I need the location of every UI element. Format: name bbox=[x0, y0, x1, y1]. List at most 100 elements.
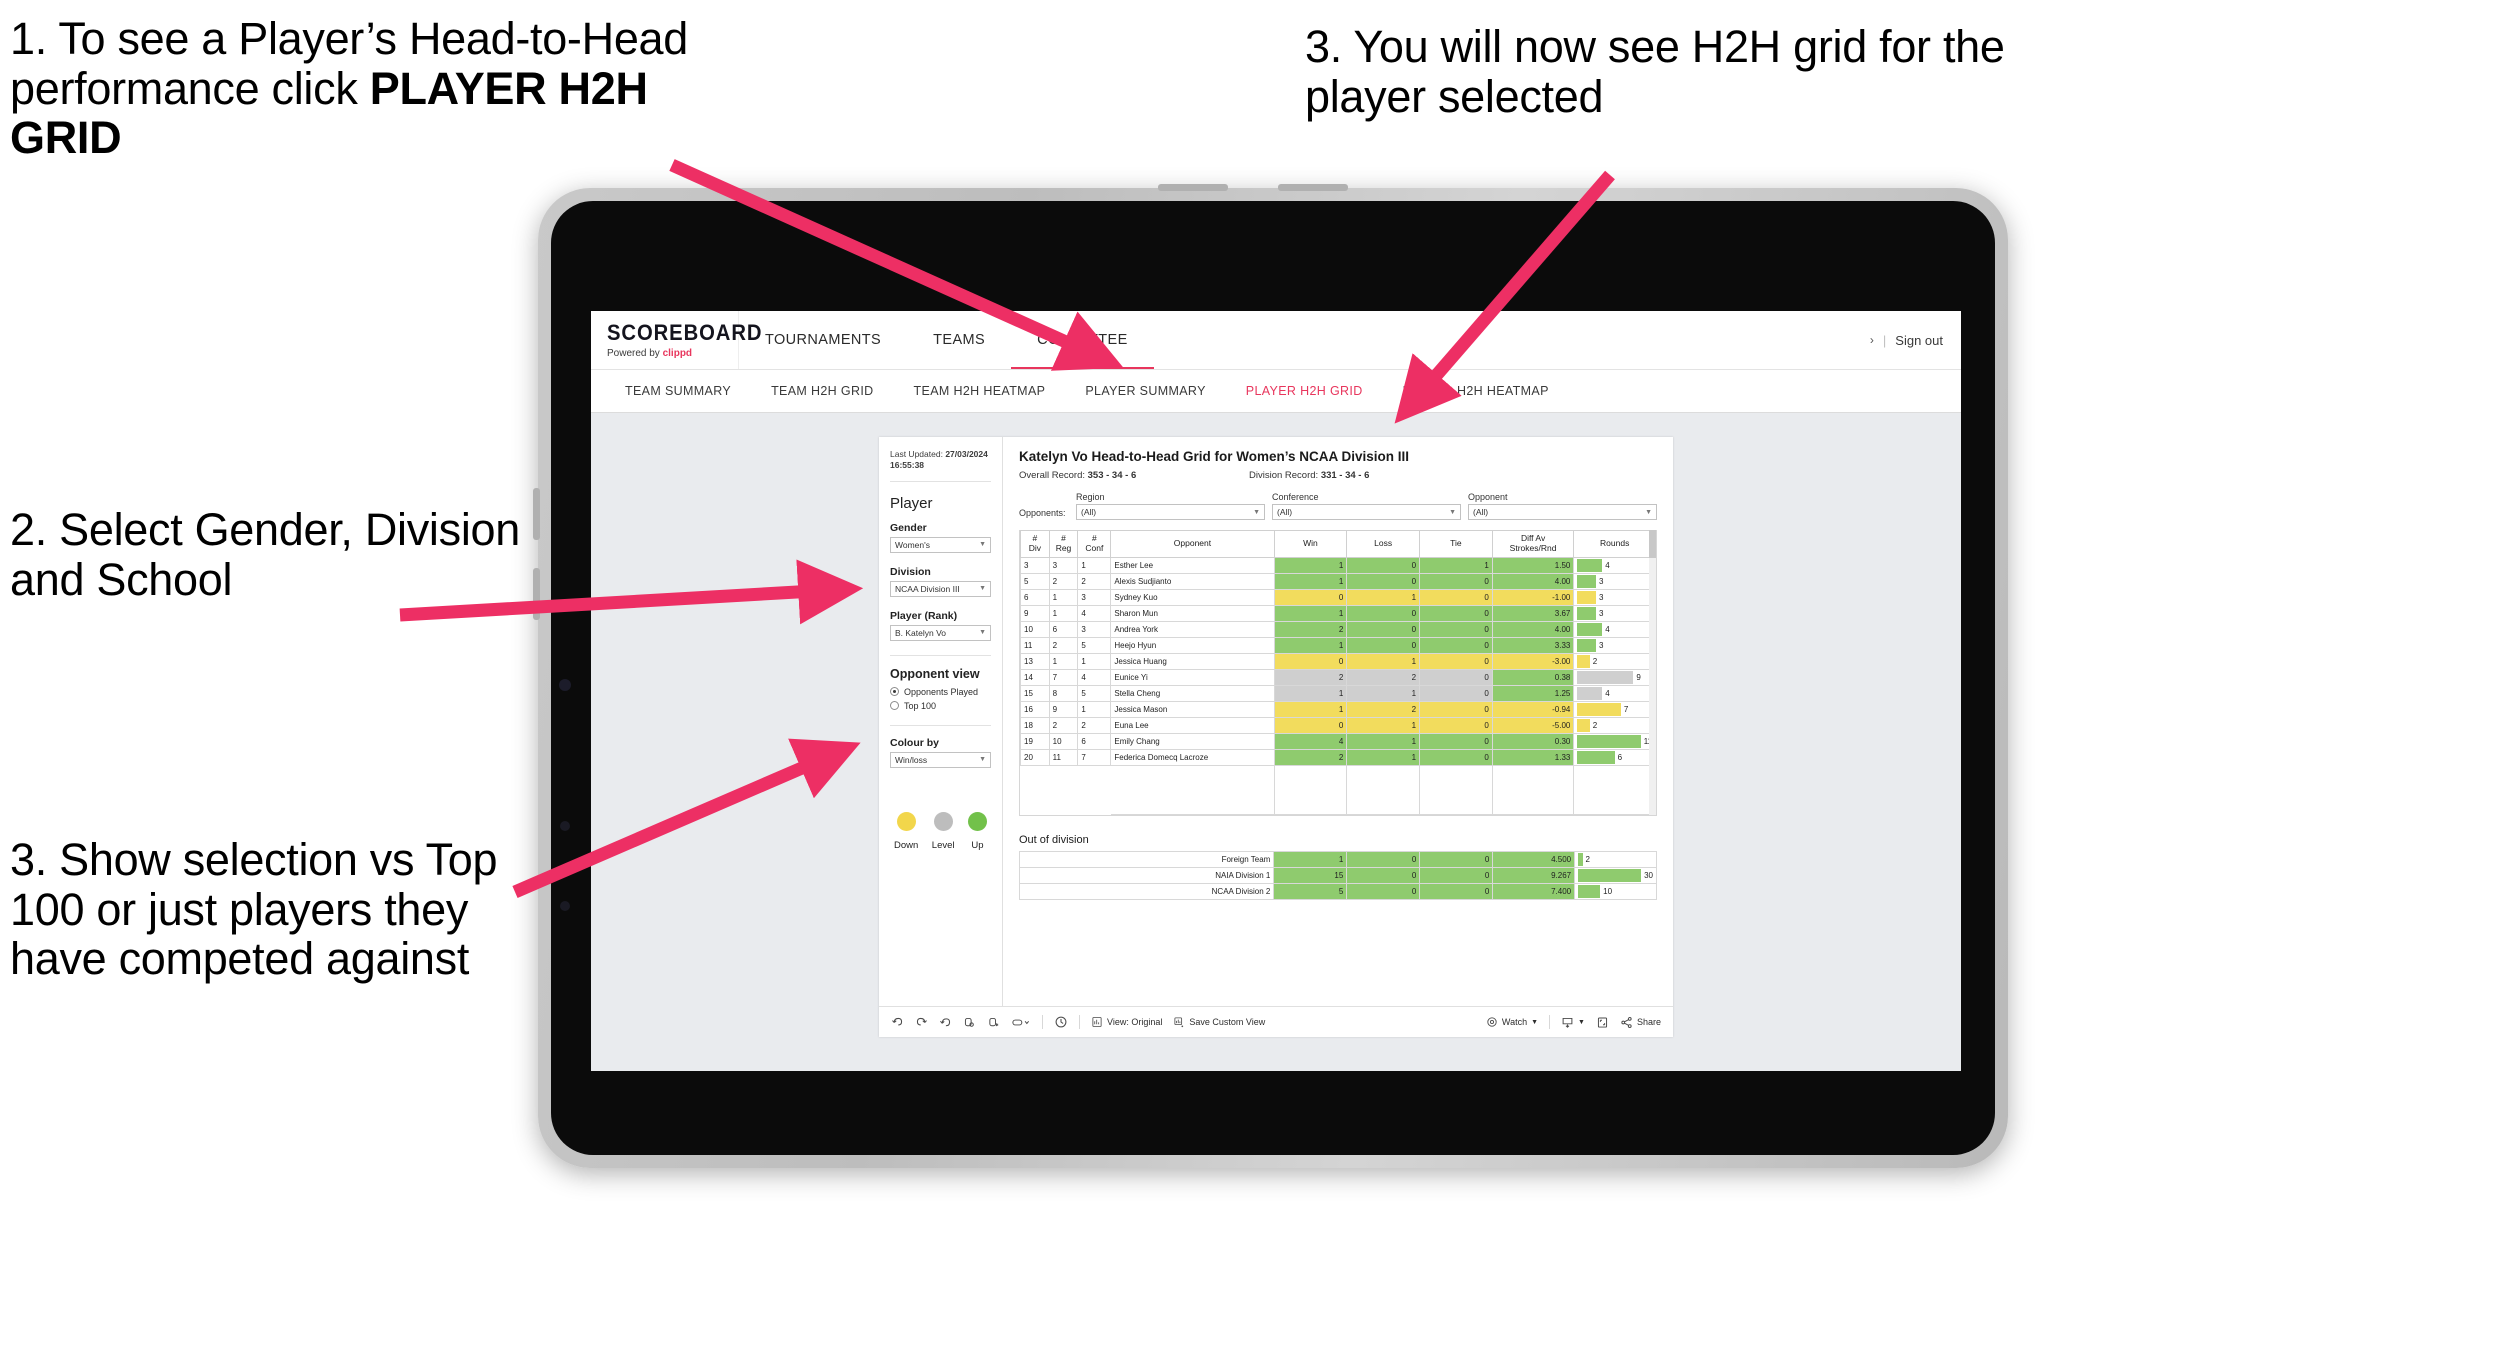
legend-label-level: Level bbox=[931, 839, 955, 851]
table-row[interactable]: 3 3 1 Esther Lee 1 0 1 1.50 4 bbox=[1020, 556, 1656, 574]
gender-value: Women's bbox=[895, 539, 931, 550]
division-record-label: Division Record: bbox=[1249, 470, 1319, 481]
out-of-division-row[interactable]: NAIA Division 1 15 0 0 9.267 30 bbox=[1018, 866, 1657, 884]
grid-cell-3: Emily Chang bbox=[1110, 732, 1275, 750]
out-of-division-row[interactable]: Foreign Team 1 0 0 4.500 2 bbox=[1018, 850, 1657, 868]
grid-cell-rounds: 2 bbox=[1573, 716, 1656, 734]
topnav-item-committee[interactable]: COMMITTEE bbox=[1011, 312, 1154, 369]
opponent-select[interactable]: (All) ▼ bbox=[1468, 504, 1657, 520]
toolbar-divider-2 bbox=[1079, 1015, 1080, 1029]
grid-cell-7: 0.38 bbox=[1491, 668, 1575, 686]
grid-cell-2: 1 bbox=[1077, 700, 1112, 718]
view-title: Katelyn Vo Head-to-Head Grid for Women’s… bbox=[1019, 449, 1410, 464]
out-of-division-body: Foreign Team 1 0 0 4.500 2 NAIA Division 1 15 0 0… bbox=[1018, 850, 1657, 900]
overall-record-value: 353 - 34 - 6 bbox=[1087, 470, 1137, 481]
grid-cell-4: 2 bbox=[1273, 620, 1348, 638]
table-row[interactable]: 6 1 3 Sydney Kuo 0 1 0 -1.00 3 bbox=[1020, 588, 1656, 606]
region-select[interactable]: (All) ▼ bbox=[1076, 504, 1265, 520]
grid-cell-rounds: 3 bbox=[1573, 636, 1656, 654]
table-row[interactable]: 13 1 1 Jessica Huang 0 1 0 -3.00 2 bbox=[1020, 652, 1656, 670]
chevron-right-icon[interactable]: › bbox=[1870, 333, 1874, 347]
table-row[interactable]: 14 7 4 Eunice Yi 2 2 0 0.38 9 bbox=[1020, 668, 1656, 686]
grid-cell-1: 6 bbox=[1048, 620, 1079, 638]
subnav-item-team-summary[interactable]: TEAM SUMMARY bbox=[605, 384, 751, 398]
history-icon[interactable] bbox=[1054, 1015, 1068, 1029]
subnav-item-player-h2h-heatmap[interactable]: PLAYER H2H HEATMAP bbox=[1383, 384, 1569, 398]
table-row[interactable]: 16 9 1 Jessica Mason 1 2 0 -0.94 7 bbox=[1020, 700, 1656, 718]
view-original-button[interactable]: View: Original bbox=[1091, 1016, 1162, 1028]
ood-cell-rounds: 10 bbox=[1574, 882, 1657, 900]
grid-cell-3: Esther Lee bbox=[1110, 556, 1275, 574]
grid-cell-7: 3.33 bbox=[1491, 636, 1575, 654]
tablet-power-button bbox=[1158, 184, 1228, 191]
app-logo[interactable]: SCOREBOARD Powered by clippd bbox=[591, 311, 761, 369]
grid-cell-4: 1 bbox=[1273, 572, 1348, 590]
table-row[interactable]: 15 8 5 Stella Cheng 1 1 0 1.25 4 bbox=[1020, 684, 1656, 702]
legend-label-up: Up bbox=[971, 839, 984, 851]
grid-cell-0: 10 bbox=[1020, 620, 1050, 638]
grid-cell-3: Sydney Kuo bbox=[1110, 588, 1275, 606]
refresh-icon[interactable] bbox=[963, 1016, 976, 1029]
sign-out-link[interactable]: Sign out bbox=[1895, 333, 1943, 348]
table-row[interactable]: 19 10 6 Emily Chang 4 1 0 0.30 11 bbox=[1020, 732, 1656, 750]
table-row[interactable]: 5 2 2 Alexis Sudjianto 1 0 0 4.00 3 bbox=[1020, 572, 1656, 590]
revert-icon[interactable] bbox=[939, 1016, 952, 1029]
radio-top-100[interactable]: Top 100 bbox=[890, 701, 991, 711]
topnav-item-teams[interactable]: TEAMS bbox=[907, 312, 1011, 369]
undo-icon[interactable] bbox=[891, 1016, 904, 1029]
grid-body: 3 3 1 Esther Lee 1 0 1 1.50 4 5 2 2 Alexis Sudjianto… bbox=[1020, 556, 1656, 815]
colour-by-select[interactable]: Win/loss ▼ bbox=[890, 751, 991, 768]
out-of-division-row[interactable]: NCAA Division 2 5 0 0 7.400 10 bbox=[1018, 882, 1657, 900]
table-row[interactable]: 18 2 2 Euna Lee 0 1 0 -5.00 2 bbox=[1020, 716, 1656, 734]
share-button[interactable]: Share bbox=[1620, 1016, 1661, 1029]
table-row[interactable]: 10 6 3 Andrea York 2 0 0 4.00 4 bbox=[1020, 620, 1656, 638]
grid-cell-3: Heejo Hyun bbox=[1110, 636, 1275, 654]
subnav-item-player-summary[interactable]: PLAYER SUMMARY bbox=[1065, 384, 1225, 398]
grid-cell-1: 2 bbox=[1048, 716, 1079, 734]
download-button[interactable]: ▼ bbox=[1561, 1016, 1585, 1029]
player-rank-select[interactable]: B. Katelyn Vo ▼ bbox=[890, 624, 991, 641]
ood-cell-rounds: 30 bbox=[1574, 866, 1657, 884]
grid-scrollbar-thumb[interactable] bbox=[1649, 530, 1656, 558]
ood-cell: 0 bbox=[1419, 866, 1494, 884]
chevron-down-icon: ▼ bbox=[1449, 508, 1456, 516]
save-custom-view-button[interactable]: Save Custom View bbox=[1173, 1016, 1265, 1028]
player-rank-label: Player (Rank) bbox=[890, 609, 958, 622]
ood-cell: 1 bbox=[1273, 850, 1348, 868]
grid-cell-5: 1 bbox=[1346, 748, 1421, 766]
toolbar-divider-3 bbox=[1549, 1015, 1551, 1029]
filter-sidebar: Last Updated: 27/03/2024 16:55:38 Player… bbox=[879, 437, 1003, 1006]
tablet-sensor-1 bbox=[560, 821, 570, 831]
table-row[interactable]: 11 2 5 Heejo Hyun 1 0 0 3.33 3 bbox=[1020, 636, 1656, 654]
opponent-filter: Opponent (All) ▼ bbox=[1468, 492, 1657, 520]
grid-cell-5: 2 bbox=[1346, 700, 1421, 718]
legend-item-up: Up bbox=[967, 811, 987, 851]
grid-cell-6: 0 bbox=[1419, 684, 1493, 702]
zoom-tool-icon[interactable] bbox=[1011, 1016, 1031, 1029]
redo-icon[interactable] bbox=[915, 1016, 928, 1029]
table-row[interactable]: 20 11 7 Federica Domecq Lacroze 2 1 0 1.33 6 bbox=[1020, 748, 1656, 766]
grid-cell-7: -0.94 bbox=[1491, 700, 1575, 718]
gender-select[interactable]: Women's ▼ bbox=[890, 536, 991, 553]
grid-cell-2: 1 bbox=[1077, 652, 1112, 670]
logo-powered-text: Powered by bbox=[607, 347, 660, 359]
topnav-item-tournaments[interactable]: TOURNAMENTS bbox=[739, 312, 907, 369]
table-row[interactable]: 9 1 4 Sharon Mun 1 0 0 3.67 3 bbox=[1020, 604, 1656, 622]
subnav-item-team-h2h-grid[interactable]: TEAM H2H GRID bbox=[751, 384, 893, 398]
grid-scrollbar-track[interactable] bbox=[1649, 530, 1656, 815]
grid-cell-6: 0 bbox=[1419, 716, 1493, 734]
subnav-item-team-h2h-heatmap[interactable]: TEAM H2H HEATMAP bbox=[894, 384, 1066, 398]
subnav-item-player-h2h-grid[interactable]: PLAYER H2H GRID bbox=[1226, 384, 1383, 398]
grid-cell-rounds: 3 bbox=[1573, 604, 1656, 622]
radio-opponents-played[interactable]: Opponents Played bbox=[890, 687, 991, 697]
opponent-label: Opponent bbox=[1468, 492, 1508, 502]
fullscreen-icon[interactable] bbox=[1596, 1016, 1609, 1029]
division-select[interactable]: NCAA Division III ▼ bbox=[890, 580, 991, 597]
grid-cell-rounds: 2 bbox=[1573, 652, 1656, 670]
grid-cell-1: 1 bbox=[1048, 652, 1079, 670]
watch-button[interactable]: Watch ▼ bbox=[1486, 1016, 1538, 1028]
division-record-value: 331 - 34 - 6 bbox=[1320, 470, 1370, 481]
pause-icon[interactable] bbox=[987, 1016, 1000, 1029]
grid-cell-6: 0 bbox=[1419, 652, 1493, 670]
conference-select[interactable]: (All) ▼ bbox=[1272, 504, 1461, 520]
